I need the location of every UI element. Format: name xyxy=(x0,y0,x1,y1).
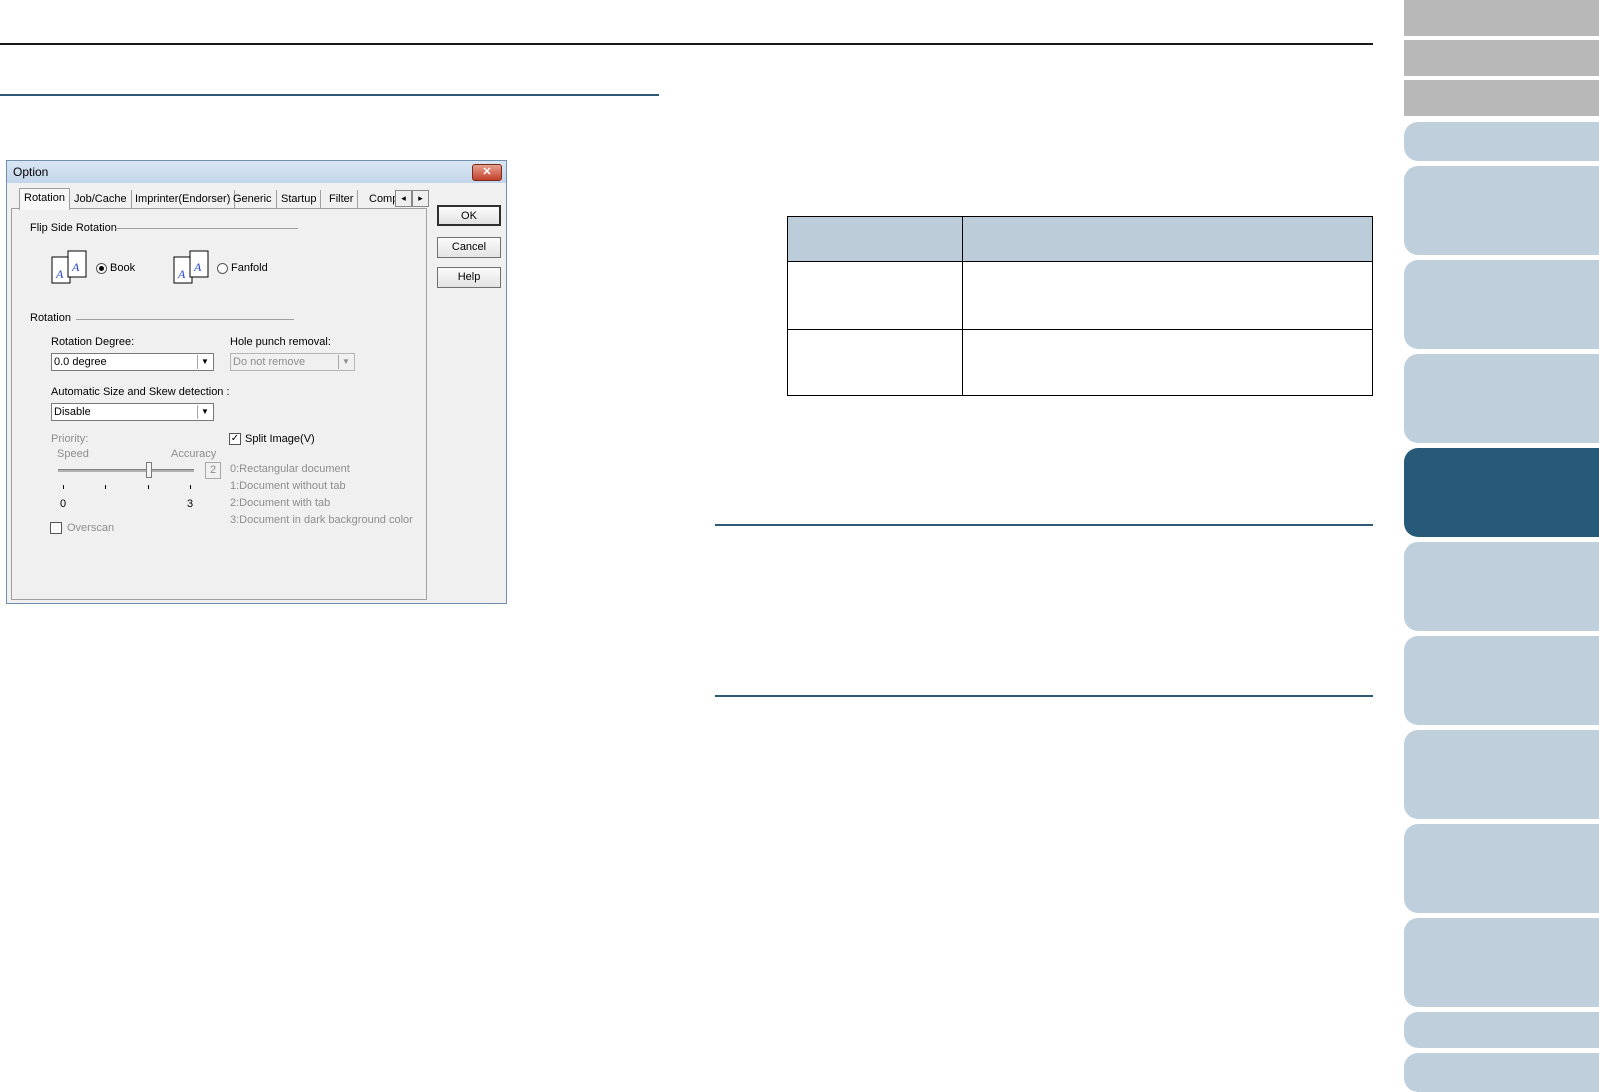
flip-side-group-label: Flip Side Rotation xyxy=(30,222,117,234)
close-button[interactable]: ✕ xyxy=(472,164,502,181)
option-dialog: Option ✕ Rotation Job/Cache Imprinter(En… xyxy=(6,160,507,604)
table-header-row xyxy=(788,217,1372,262)
auto-detect-select[interactable]: Disable ▼ xyxy=(51,403,214,421)
chevron-down-icon: ▼ xyxy=(338,355,353,369)
side-tab-5[interactable] xyxy=(1404,166,1599,255)
side-tab-7[interactable] xyxy=(1404,354,1599,443)
slider-tick xyxy=(148,485,149,489)
rotation-degree-value: 0.0 degree xyxy=(54,356,107,368)
split-image-label: Split Image(V) xyxy=(245,433,315,445)
side-tab-2[interactable] xyxy=(1404,40,1599,76)
arrow-left-icon: ◂ xyxy=(401,193,406,203)
rotation-degree-select[interactable]: 0.0 degree ▼ xyxy=(51,353,214,371)
chevron-down-icon: ▼ xyxy=(197,355,212,369)
svg-text:A: A xyxy=(177,267,186,281)
dialog-title: Option xyxy=(13,165,49,179)
priority-label: Priority: xyxy=(51,433,89,445)
chevron-down-icon: ▼ xyxy=(197,405,212,419)
book-pages-icon: A A xyxy=(51,250,87,284)
tab-job-cache[interactable]: Job/Cache xyxy=(70,190,132,208)
overscan-checkbox[interactable] xyxy=(50,522,62,534)
split-option-3: 3:Document in dark background color xyxy=(230,514,413,526)
ok-button[interactable]: OK xyxy=(437,205,501,226)
slider-tick xyxy=(63,485,64,489)
split-option-0: 0:Rectangular document xyxy=(230,463,350,475)
rotation-group-line xyxy=(76,319,294,320)
section-rule-left xyxy=(0,94,659,96)
side-tab-6[interactable] xyxy=(1404,260,1599,349)
priority-slider-thumb[interactable] xyxy=(145,462,152,478)
overscan-label: Overscan xyxy=(67,522,115,534)
side-tab-15[interactable] xyxy=(1404,1053,1599,1092)
tab-scroll-right-button[interactable]: ▸ xyxy=(412,190,429,207)
hole-punch-value: Do not remove xyxy=(233,356,306,368)
tab-imprinter[interactable]: Imprinter(Endorser) xyxy=(131,190,236,208)
priority-slider-track[interactable] xyxy=(58,469,194,472)
fanfold-label: Fanfold xyxy=(231,262,268,274)
page-top-rule xyxy=(0,43,1373,45)
side-tab-14[interactable] xyxy=(1404,1012,1599,1048)
hole-punch-select[interactable]: Do not remove ▼ xyxy=(230,353,355,371)
cancel-button[interactable]: Cancel xyxy=(437,237,501,258)
tab-rotation[interactable]: Rotation xyxy=(19,188,70,210)
rotation-group-label: Rotation xyxy=(30,312,71,324)
info-table xyxy=(787,216,1373,396)
side-tab-9[interactable] xyxy=(1404,542,1599,631)
rotation-tab-panel: Flip Side Rotation A A Book A A Fanfold … xyxy=(11,208,427,600)
tab-scroll-left-button[interactable]: ◂ xyxy=(395,190,412,207)
checkmark-icon: ✓ xyxy=(230,433,240,444)
side-tab-3[interactable] xyxy=(1404,80,1599,116)
tab-filter[interactable]: Filter xyxy=(325,190,359,208)
side-tab-10[interactable] xyxy=(1404,636,1599,725)
book-label: Book xyxy=(110,262,136,274)
split-image-checkbox[interactable]: ✓ xyxy=(229,433,241,445)
close-icon: ✕ xyxy=(482,166,492,178)
split-option-2: 2:Document with tab xyxy=(230,497,331,509)
auto-detect-value: Disable xyxy=(54,406,91,418)
book-radio[interactable] xyxy=(96,263,107,274)
tab-startup[interactable]: Startup xyxy=(277,190,322,208)
speed-label: Speed xyxy=(57,448,89,460)
fanfold-radio[interactable] xyxy=(217,263,228,274)
side-tab-4[interactable] xyxy=(1404,122,1599,161)
arrow-right-icon: ▸ xyxy=(418,193,423,203)
side-tab-13[interactable] xyxy=(1404,918,1599,1007)
fanfold-pages-icon: A A xyxy=(173,250,209,284)
auto-detect-label: Automatic Size and Skew detection : xyxy=(51,386,230,398)
accuracy-label: Accuracy xyxy=(171,448,217,460)
scale-max-label: 3 xyxy=(187,498,194,510)
dialog-titlebar: Option ✕ xyxy=(7,161,506,183)
svg-text:A: A xyxy=(193,260,202,274)
help-button[interactable]: Help xyxy=(437,267,501,288)
table-row xyxy=(788,330,1372,396)
rotation-degree-label: Rotation Degree: xyxy=(51,336,135,348)
side-tab-11[interactable] xyxy=(1404,730,1599,819)
hole-punch-label: Hole punch removal: xyxy=(230,336,331,348)
split-option-1: 1:Document without tab xyxy=(230,480,346,492)
slider-tick xyxy=(190,485,191,489)
side-tab-12[interactable] xyxy=(1404,824,1599,913)
flip-side-group-line xyxy=(115,228,298,229)
slider-tick xyxy=(105,485,106,489)
side-tab-1[interactable] xyxy=(1404,0,1599,36)
section-rule-right-1 xyxy=(715,524,1373,526)
svg-text:A: A xyxy=(71,260,80,274)
side-tab-8-active[interactable] xyxy=(1404,448,1599,537)
scale-min-label: 0 xyxy=(60,498,67,510)
section-rule-right-2 xyxy=(715,695,1373,697)
priority-value-box: 2 xyxy=(205,462,221,479)
svg-text:A: A xyxy=(55,267,64,281)
tab-generic[interactable]: Generic xyxy=(229,190,277,208)
table-row xyxy=(788,261,1372,329)
